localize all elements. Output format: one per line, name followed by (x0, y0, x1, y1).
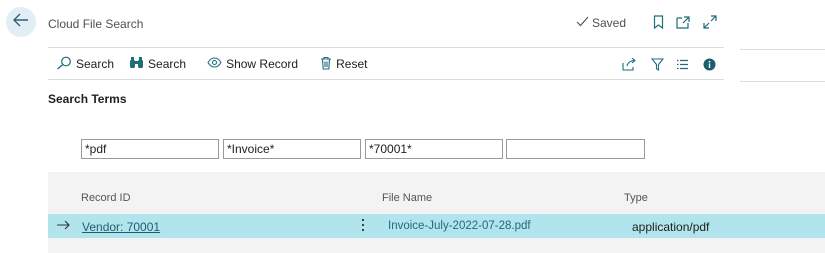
record-id-link[interactable]: Vendor: 70001 (82, 220, 160, 234)
action-toolbar: Search Search Show Record Reset (56, 56, 367, 72)
show-record-button[interactable]: Show Record (207, 57, 298, 71)
header-divider (48, 47, 724, 48)
column-header-type[interactable]: Type (624, 192, 648, 204)
search-icon (56, 56, 72, 73)
back-button[interactable] (6, 7, 36, 37)
search-term-1-input[interactable] (81, 139, 219, 159)
results-grid: Record ID File Name Type Vendor: 70001 I… (48, 172, 825, 253)
search-button[interactable]: Search (56, 56, 114, 73)
checkmark-icon (576, 16, 589, 30)
trash-icon (320, 56, 332, 73)
expand-icon[interactable] (703, 15, 717, 29)
column-header-record-id[interactable]: Record ID (81, 192, 131, 204)
header-divider-right (740, 49, 825, 50)
saved-label: Saved (592, 16, 627, 30)
binoculars-icon (129, 56, 144, 72)
toolbar-divider-right (740, 81, 825, 82)
info-icon[interactable] (702, 57, 716, 71)
page-title: Cloud File Search (48, 17, 144, 31)
eye-icon (207, 57, 222, 71)
open-new-window-icon[interactable] (676, 15, 690, 29)
reset-label: Reset (336, 57, 368, 71)
search-term-3-input[interactable] (365, 139, 503, 159)
bookmark-icon[interactable] (651, 15, 665, 29)
search-term-2-input[interactable] (223, 139, 361, 159)
list-icon[interactable] (675, 57, 689, 71)
table-row[interactable]: Vendor: 70001 Invoice-July-2022-07-28.pd… (48, 214, 825, 238)
row-selected-arrow-icon (57, 219, 70, 233)
file-name-cell[interactable]: Invoice-July-2022-07-28.pdf (388, 220, 531, 232)
type-cell: application/pdf (632, 220, 710, 234)
reset-button[interactable]: Reset (320, 56, 367, 73)
binoculars-search-button[interactable]: Search (129, 56, 186, 72)
row-actions-icon[interactable] (361, 218, 365, 235)
back-arrow-icon (13, 13, 29, 32)
search-term-4-input[interactable] (506, 139, 645, 159)
column-header-file-name[interactable]: File Name (382, 192, 432, 204)
search-button-label: Search (76, 57, 115, 71)
search-terms-title: Search Terms (48, 92, 127, 106)
save-status: Saved (576, 16, 626, 30)
binoculars-search-label: Search (148, 57, 187, 71)
share-icon[interactable] (622, 57, 636, 71)
show-record-label: Show Record (226, 57, 299, 71)
filter-icon[interactable] (650, 57, 664, 71)
toolbar-divider (48, 79, 724, 80)
